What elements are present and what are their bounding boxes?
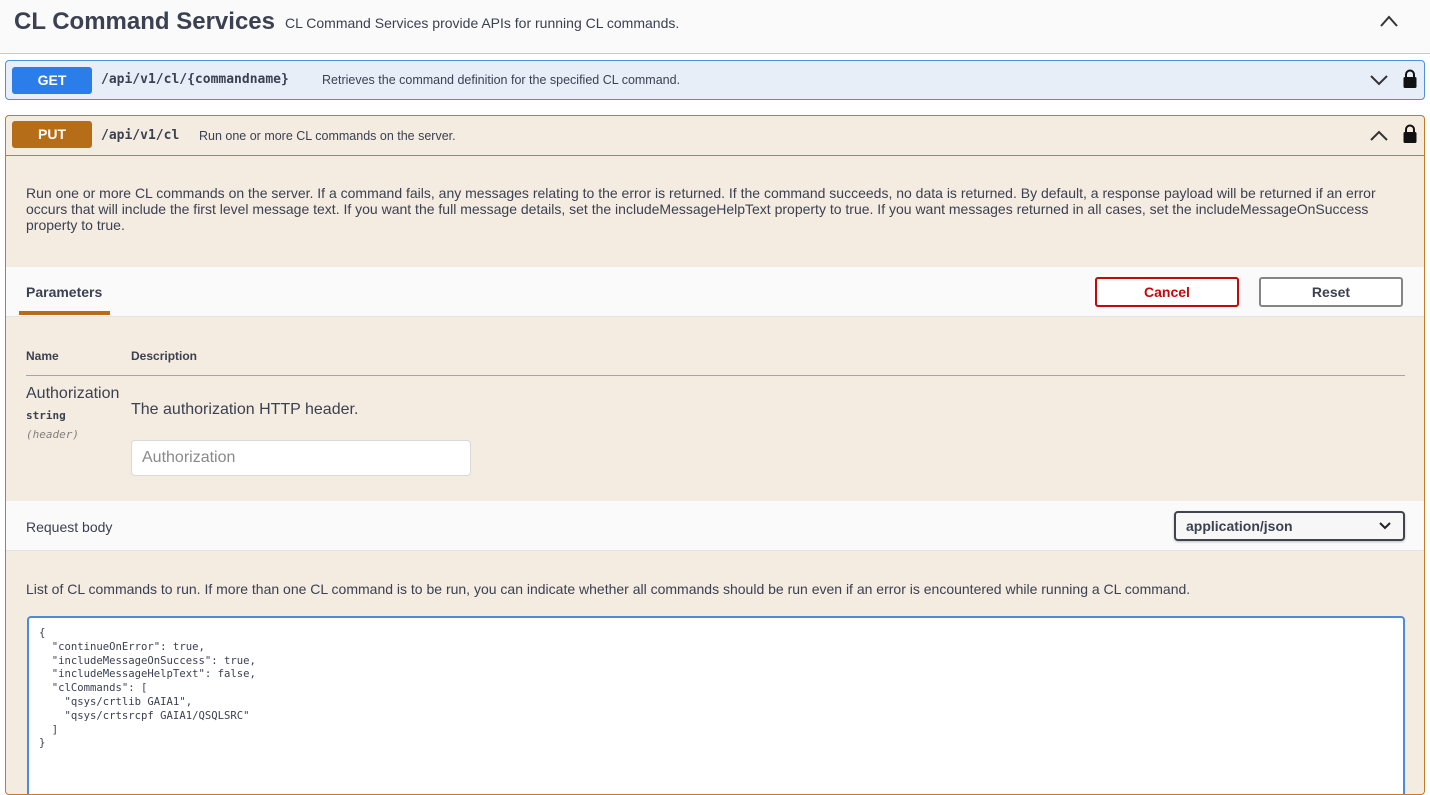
code-line: }: [39, 737, 46, 750]
opblock-get[interactable]: GET /api/v1/cl/{commandname} Retrieves t…: [5, 60, 1425, 100]
chevron-down-icon: [1379, 522, 1391, 530]
operation-description: Run one or more CL commands on the serve…: [26, 185, 1376, 233]
endpoint-summary: Retrieves the command definition for the…: [322, 73, 681, 87]
param-description: The authorization HTTP header.: [131, 401, 359, 418]
param-name: Authorization: [26, 385, 120, 402]
endpoint-path: /api/v1/cl/{commandname}: [101, 72, 289, 87]
column-header-name: Name: [26, 349, 59, 363]
code-line: ]: [39, 723, 59, 736]
request-body-bar: Request body application/json: [6, 501, 1424, 551]
chevron-up-icon[interactable]: [1376, 10, 1402, 32]
code-line: "clCommands": [: [39, 682, 148, 695]
cancel-button[interactable]: Cancel: [1095, 277, 1239, 307]
content-type-value: application/json: [1186, 518, 1293, 534]
method-badge-put: PUT: [12, 121, 92, 148]
code-line: "qsys/crtsrcpf GAIA1/QSQLSRC": [39, 709, 250, 722]
opblock-put-summary[interactable]: PUT /api/v1/cl Run one or more CL comman…: [6, 116, 1424, 156]
code-line: {: [39, 627, 46, 639]
chevron-down-icon[interactable]: [1368, 71, 1390, 89]
opblock-put: PUT /api/v1/cl Run one or more CL comman…: [5, 115, 1425, 795]
column-header-description: Description: [131, 349, 198, 363]
endpoint-summary: Run one or more CL commands on the serve…: [199, 129, 456, 143]
tab-underline: [19, 311, 110, 315]
parameters-bar: Parameters Cancel Reset: [6, 267, 1424, 317]
content-type-select[interactable]: application/json: [1174, 511, 1405, 541]
request-body-label: Request body: [26, 519, 113, 535]
code-line: "continueOnError": true,: [39, 640, 205, 653]
method-badge-get: GET: [12, 67, 92, 94]
section-description: CL Command Services provide APIs for run…: [285, 15, 680, 31]
lock-icon[interactable]: [1402, 69, 1418, 89]
reset-button[interactable]: Reset: [1259, 277, 1403, 307]
chevron-up-icon[interactable]: [1368, 127, 1390, 145]
lock-icon[interactable]: [1402, 124, 1418, 144]
request-body-editor[interactable]: { "continueOnError": true, "includeMessa…: [27, 616, 1405, 794]
endpoint-path: /api/v1/cl: [101, 128, 180, 143]
section-header[interactable]: CL Command Services CL Command Services …: [0, 0, 1430, 54]
param-type: string: [26, 409, 66, 422]
authorization-input[interactable]: [131, 440, 471, 476]
param-location: (header): [26, 428, 79, 441]
header-divider: [26, 375, 1405, 376]
code-line: "includeMessageHelpText": false,: [39, 668, 256, 681]
tab-parameters[interactable]: Parameters: [26, 284, 102, 300]
code-line: "includeMessageOnSuccess": true,: [39, 654, 256, 667]
request-body-description: List of CL commands to run. If more than…: [26, 581, 1191, 597]
code-line: "qsys/crtlib GAIA1",: [39, 695, 193, 708]
section-title: CL Command Services: [14, 8, 275, 35]
